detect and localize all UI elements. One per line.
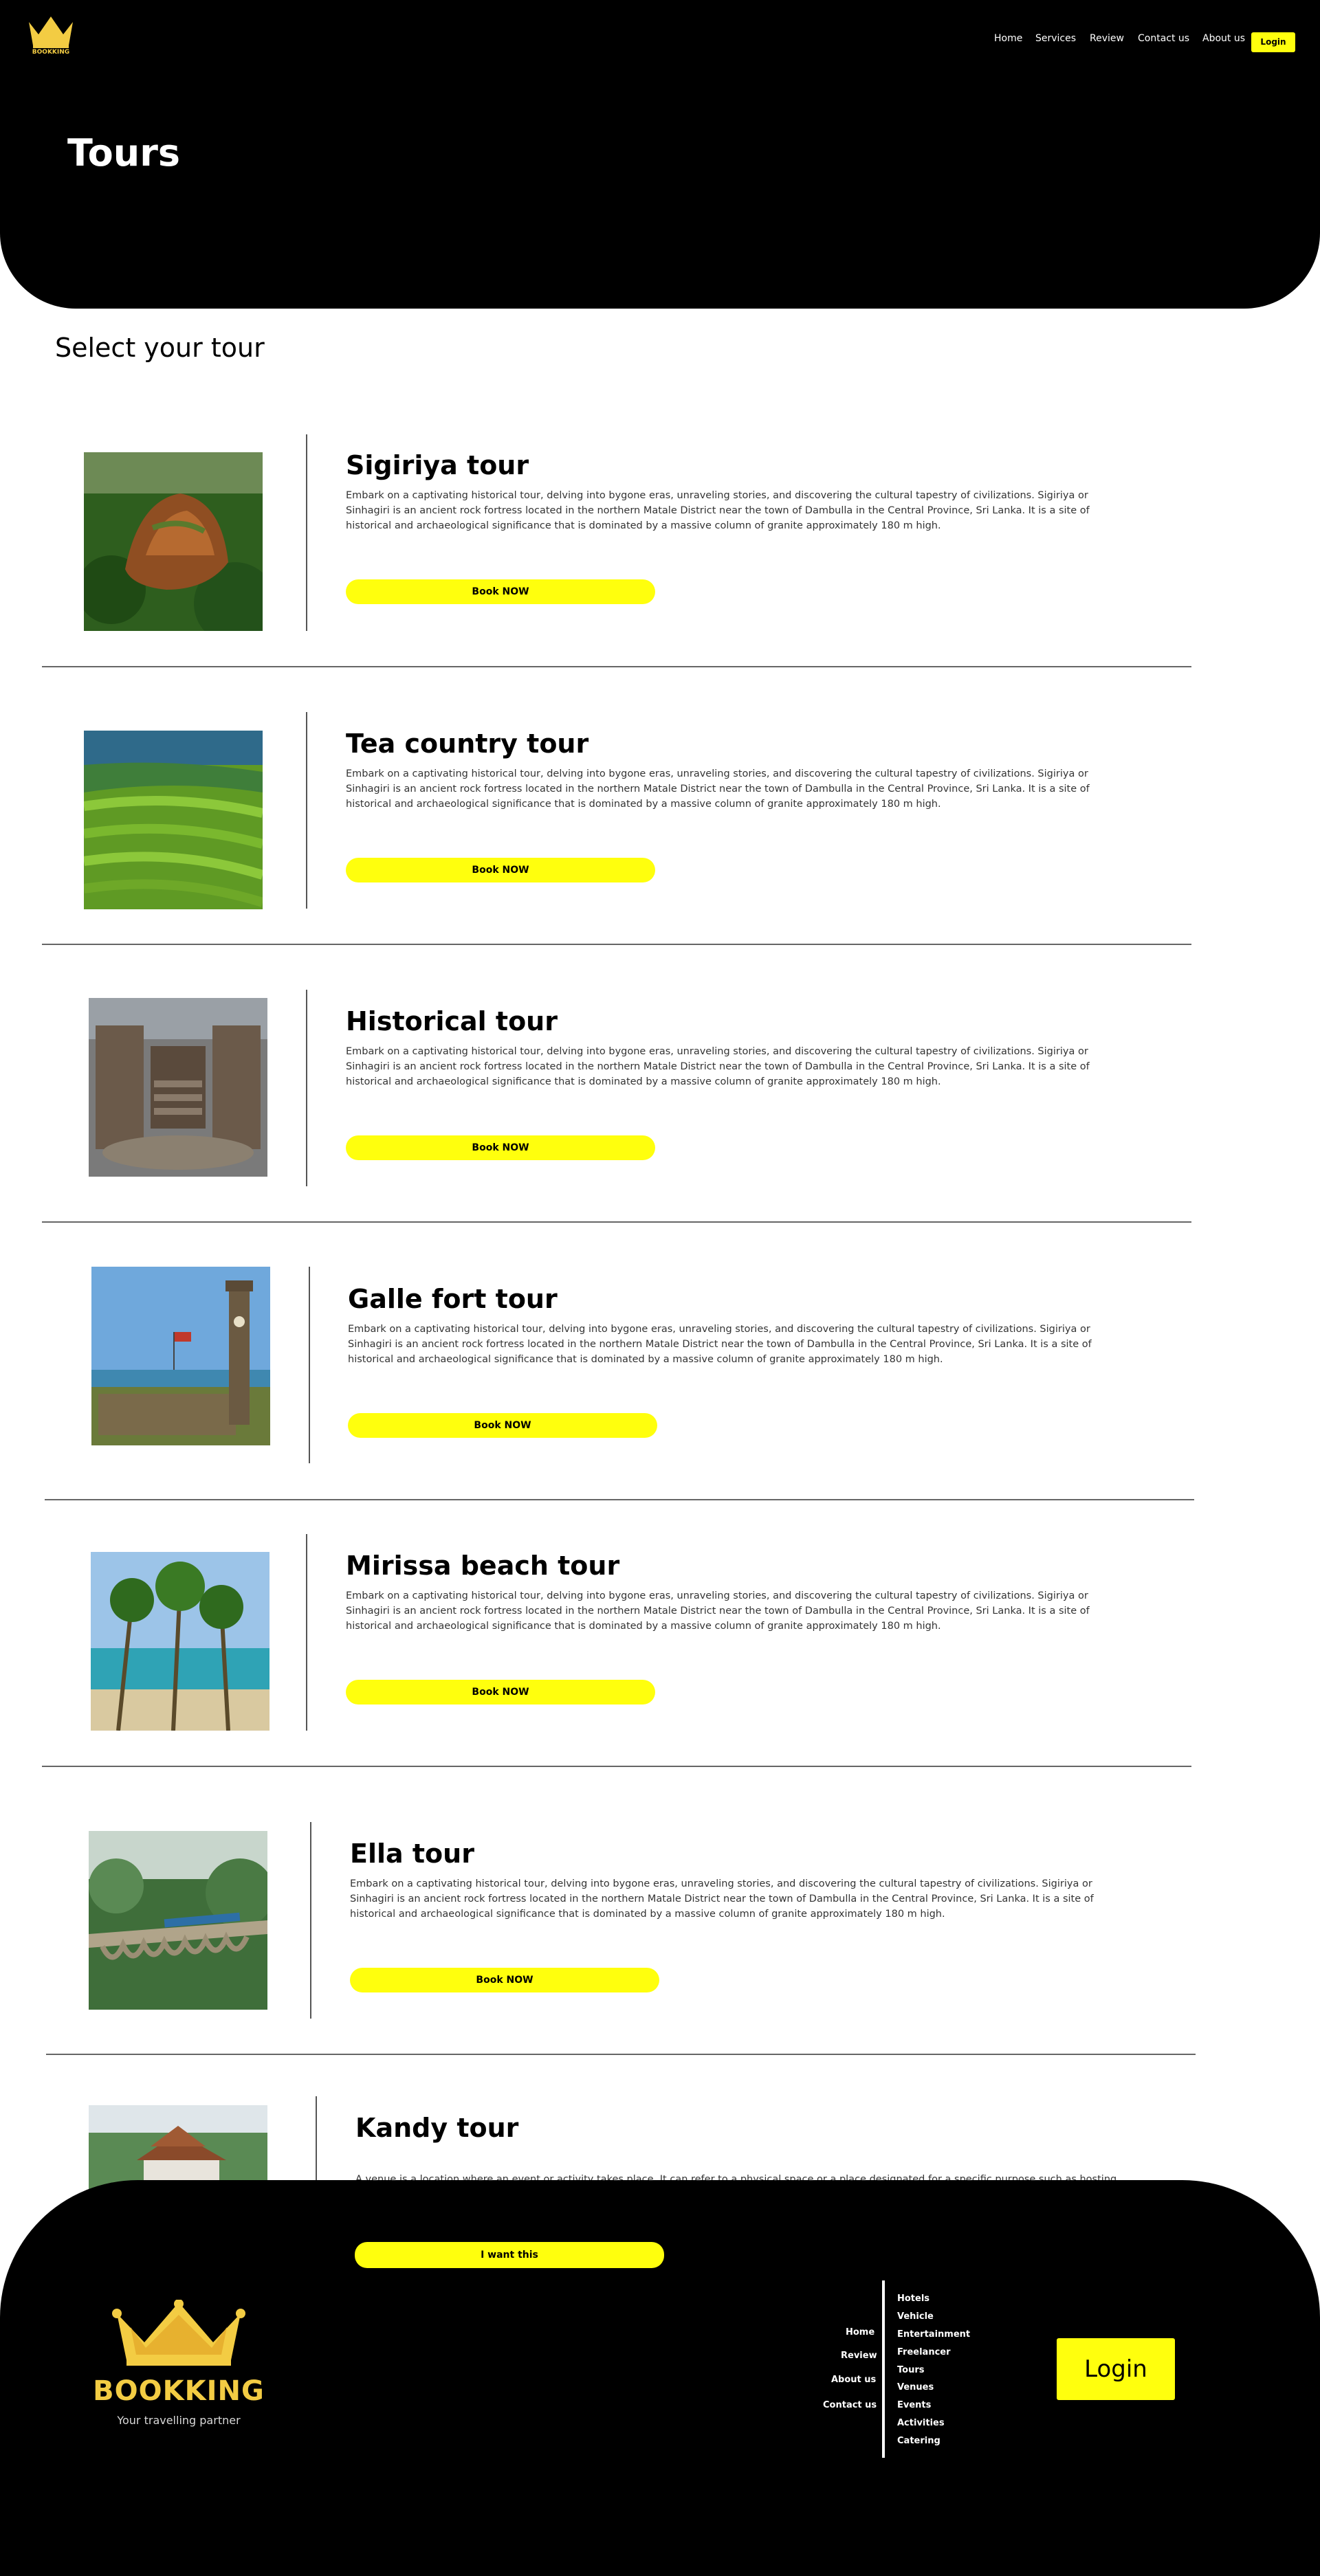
footer-service-vehicle[interactable]: Vehicle <box>897 2311 934 2322</box>
footer-login-button[interactable]: Login <box>1057 2338 1175 2400</box>
footer-service-venues[interactable]: Venues <box>897 2382 934 2392</box>
divider <box>316 2096 317 2192</box>
tour-image-ella <box>89 1831 267 2010</box>
footer-crown-logo <box>110 2299 248 2368</box>
separator <box>46 2054 1196 2055</box>
book-now-button[interactable]: Book NOW <box>346 579 655 604</box>
footer-service-events[interactable]: Events <box>897 2400 931 2410</box>
footer-link-home[interactable]: Home <box>846 2327 874 2338</box>
crown-logo[interactable]: BOOKKING <box>25 12 77 59</box>
tour-image-historical <box>89 998 267 1177</box>
tour-description: Embark on a captivating historical tour,… <box>346 768 1090 810</box>
nav-about[interactable]: About us <box>1202 33 1245 44</box>
footer-service-freelancer[interactable]: Freelancer <box>897 2347 951 2357</box>
divider <box>309 1267 310 1463</box>
separator <box>45 1499 1194 1500</box>
tour-description: Embark on a captivating historical tour,… <box>346 1590 1090 1632</box>
book-now-button[interactable]: Book NOW <box>346 858 655 882</box>
tour-title: Kandy tour <box>355 2113 519 2143</box>
footer-service-entertainment[interactable]: Entertainment <box>897 2329 970 2340</box>
footer-brand-name: BOOKKING <box>93 2375 265 2407</box>
nav-contact[interactable]: Contact us <box>1138 33 1189 44</box>
footer-service-hotels[interactable]: Hotels <box>897 2294 930 2304</box>
divider <box>306 1534 307 1731</box>
separator <box>42 666 1191 667</box>
crown-icon: BOOKKING <box>29 16 73 56</box>
tour-image-tea-country <box>84 731 263 909</box>
book-now-button[interactable]: Book NOW <box>346 1680 655 1705</box>
brand-name-small: BOOKKING <box>32 49 69 56</box>
separator <box>42 944 1191 945</box>
page-title: Tours <box>67 131 180 175</box>
i-want-this-button[interactable]: I want this <box>355 2242 664 2268</box>
footer-service-activities[interactable]: Activities <box>897 2418 945 2428</box>
header <box>0 0 1320 309</box>
tour-title: Tea country tour <box>346 729 589 759</box>
nav-review[interactable]: Review <box>1090 33 1124 44</box>
tour-title: Ella tour <box>350 1839 474 1869</box>
nav-home[interactable]: Home <box>994 33 1022 44</box>
divider <box>310 1822 311 2019</box>
book-now-button[interactable]: Book NOW <box>346 1135 655 1160</box>
separator <box>42 1221 1191 1223</box>
divider <box>306 434 307 631</box>
nav-services[interactable]: Services <box>1035 33 1076 44</box>
book-now-button[interactable]: Book NOW <box>350 1968 659 1992</box>
footer-divider <box>882 2280 885 2458</box>
crown-icon <box>112 2299 245 2366</box>
tour-title: Historical tour <box>346 1006 558 1036</box>
divider <box>306 990 307 1186</box>
login-button[interactable]: Login <box>1251 32 1295 52</box>
divider <box>306 712 307 909</box>
tour-image-mirissa-beach <box>91 1552 270 1731</box>
footer-tagline: Your travelling partner <box>117 2414 241 2427</box>
tour-title: Sigiriya tour <box>346 450 529 480</box>
tour-image-sigiriya <box>84 452 263 631</box>
book-now-button[interactable]: Book NOW <box>348 1413 657 1438</box>
tour-title: Mirissa beach tour <box>346 1551 620 1581</box>
tour-description: Embark on a captivating historical tour,… <box>346 490 1090 531</box>
separator <box>42 1766 1191 1767</box>
tour-image-galle-fort <box>91 1267 270 1445</box>
tour-description: Embark on a captivating historical tour,… <box>346 1046 1090 1087</box>
footer-service-catering[interactable]: Catering <box>897 2436 940 2446</box>
footer-link-review[interactable]: Review <box>841 2351 877 2361</box>
tour-title: Galle fort tour <box>348 1284 558 1314</box>
footer-link-about[interactable]: About us <box>831 2375 876 2385</box>
footer-service-tours[interactable]: Tours <box>897 2365 924 2375</box>
footer-link-contact[interactable]: Contact us <box>823 2400 877 2410</box>
tour-description: Embark on a captivating historical tour,… <box>350 1878 1094 1920</box>
section-title: Select your tour <box>55 333 265 363</box>
tour-description: Embark on a captivating historical tour,… <box>348 1324 1092 1365</box>
